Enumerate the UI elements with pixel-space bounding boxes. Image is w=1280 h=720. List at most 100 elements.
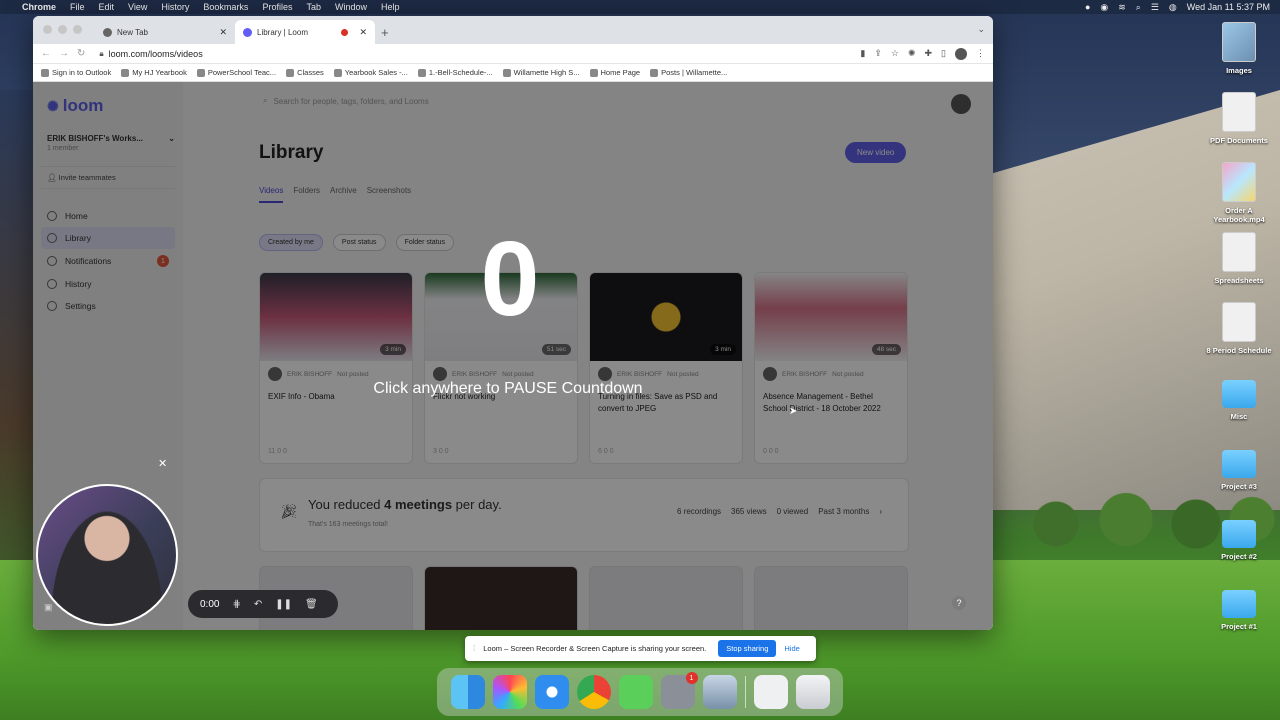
lock-icon: 🔒︎ xyxy=(99,48,104,58)
camera-bubble[interactable] xyxy=(36,484,178,626)
countdown-number[interactable]: 0 xyxy=(0,226,1020,332)
back-arrow-icon[interactable]: ← xyxy=(41,48,51,59)
camera-icon[interactable]: ▮ xyxy=(860,48,865,59)
bookmark-item[interactable]: Sign in to Outlook xyxy=(41,68,111,77)
pause-icon[interactable]: ❚❚ xyxy=(275,599,292,610)
microsoft-icon xyxy=(41,68,49,77)
recording-indicator-icon xyxy=(341,28,349,36)
bookmark-label: Home Page xyxy=(600,68,641,77)
tab-search-icon[interactable]: ⌄ xyxy=(977,24,985,35)
help-icon[interactable]: ? xyxy=(952,596,966,610)
zoom-window-button[interactable] xyxy=(73,25,82,34)
chrome-favicon-icon xyxy=(103,27,112,37)
desktop-icon-images[interactable]: Images xyxy=(1204,22,1274,75)
bookmark-item[interactable]: Posts | Willamette... xyxy=(650,68,727,77)
desktop-icon-label: PDF Documents xyxy=(1210,136,1268,145)
bookmark-item[interactable]: 1.-Bell-Schedule-... xyxy=(417,68,493,77)
tab-library-loom[interactable]: Library | Loom ✕ xyxy=(235,20,375,44)
mouse-cursor-icon: ➤ xyxy=(789,406,798,417)
profile-avatar[interactable] xyxy=(955,47,967,60)
bookmark-item[interactable]: PowerSchool Teac... xyxy=(196,68,276,77)
messages-icon[interactable] xyxy=(618,675,653,709)
reload-icon[interactable]: ↻ xyxy=(77,48,85,59)
desktop-icon-8-period-schedule[interactable]: 8 Period Schedule xyxy=(1204,302,1274,355)
close-tab-icon[interactable]: ✕ xyxy=(359,27,367,38)
trash-icon[interactable] xyxy=(795,675,830,709)
forward-arrow-icon[interactable]: → xyxy=(59,48,69,59)
close-tab-icon[interactable]: ✕ xyxy=(219,27,227,38)
search-icon[interactable]: ⌕ xyxy=(1136,2,1141,13)
drag-handle-icon[interactable]: ⁞ xyxy=(473,644,475,653)
share-icon[interactable]: ⇪ xyxy=(874,48,882,59)
stop-sharing-button[interactable]: Stop sharing xyxy=(718,640,777,657)
loom-favicon-icon xyxy=(243,27,252,37)
bookmark-label: Classes xyxy=(297,68,324,77)
desktop-icon-project-2[interactable]: Project #2 xyxy=(1204,520,1274,561)
menu-tab[interactable]: Tab xyxy=(306,2,321,12)
desktop-icon-label: Misc xyxy=(1230,412,1248,421)
document-icon xyxy=(1222,302,1256,342)
address-bar[interactable]: 🔒︎ loom.com/looms/videos xyxy=(93,46,852,62)
record-status-icon[interactable]: ◉ xyxy=(1100,2,1108,13)
menu-bookmarks[interactable]: Bookmarks xyxy=(203,2,248,12)
hide-button[interactable]: Hide xyxy=(784,644,799,653)
safari-icon[interactable] xyxy=(534,675,569,709)
bookmark-item[interactable]: Classes xyxy=(286,68,324,77)
menu-window[interactable]: Window xyxy=(335,2,367,12)
chrome-icon[interactable] xyxy=(576,675,611,709)
menu-file[interactable]: File xyxy=(70,2,85,12)
side-panel-icon[interactable]: ▯ xyxy=(941,48,946,59)
document-icon xyxy=(1222,92,1256,132)
bookmark-item[interactable]: Willamette High S... xyxy=(502,68,580,77)
desktop-icon-project-3[interactable]: Project #3 xyxy=(1204,450,1274,491)
preview-icon[interactable] xyxy=(702,675,737,709)
bookmark-star-icon[interactable]: ☆ xyxy=(891,48,899,59)
menu-history[interactable]: History xyxy=(161,2,189,12)
menubar-datetime[interactable]: Wed Jan 11 5:37 PM xyxy=(1187,2,1270,12)
camera-toggle-icon[interactable]: ▣ xyxy=(44,602,53,613)
close-window-button[interactable] xyxy=(43,25,52,34)
siri-icon[interactable]: ◍ xyxy=(1169,2,1177,13)
tab-strip: New Tab ✕ Library | Loom ✕ + ⌄ xyxy=(33,16,993,44)
launchpad-icon[interactable] xyxy=(492,675,527,709)
desktop-icon-pdf-documents[interactable]: PDF Documents xyxy=(1204,92,1274,145)
menu-profiles[interactable]: Profiles xyxy=(262,2,292,12)
bookmark-label: My HJ Yearbook xyxy=(132,68,187,77)
trash-icon[interactable]: 🗑︎ xyxy=(305,599,318,610)
bookmark-item[interactable]: Home Page xyxy=(589,68,641,77)
minimize-window-button[interactable] xyxy=(58,25,67,34)
finder-icon[interactable] xyxy=(450,675,485,709)
draw-grid-icon[interactable]: ⋕ xyxy=(232,599,240,610)
browser-toolbar: ← → ↻ 🔒︎ loom.com/looms/videos ▮ ⇪ ☆ ✺ ✚… xyxy=(33,44,993,64)
kebab-menu-icon[interactable]: ⋮ xyxy=(976,48,985,59)
document-icon[interactable] xyxy=(753,675,788,709)
menubar-app-name[interactable]: Chrome xyxy=(22,2,56,12)
extensions-puzzle-icon[interactable]: ✚ xyxy=(925,48,933,59)
recorder-controls: 0:00 ⋕ ↶ ❚❚ 🗑︎ xyxy=(188,590,338,618)
desktop-icon-order-yearbook[interactable]: Order A Yearbook.mp4 xyxy=(1204,162,1274,224)
tab-new-tab[interactable]: New Tab ✕ xyxy=(95,20,235,44)
desktop-icon-label: Order A Yearbook.mp4 xyxy=(1213,206,1265,224)
pause-countdown-hint[interactable]: Click anywhere to PAUSE Countdown xyxy=(0,380,1016,398)
menu-edit[interactable]: Edit xyxy=(99,2,115,12)
docs-icon xyxy=(502,68,511,77)
menu-view[interactable]: View xyxy=(128,2,147,12)
control-center-icon[interactable]: ☰ xyxy=(1151,2,1159,13)
wifi-icon[interactable]: ≋ xyxy=(1118,2,1126,13)
new-tab-button[interactable]: + xyxy=(381,25,389,40)
undo-icon[interactable]: ↶ xyxy=(254,599,262,610)
sharing-message: Loom – Screen Recorder & Screen Capture … xyxy=(483,644,707,653)
system-settings-icon[interactable]: 1 xyxy=(660,672,698,709)
url-text: loom.com/looms/videos xyxy=(108,48,203,59)
bookmark-item[interactable]: My HJ Yearbook xyxy=(121,68,187,77)
screen-sharing-bar: ⁞ Loom – Screen Recorder & Screen Captur… xyxy=(465,636,816,661)
bookmark-item[interactable]: Yearbook Sales -... xyxy=(333,68,408,77)
drive-icon xyxy=(417,68,426,77)
desktop-icon-project-1[interactable]: Project #1 xyxy=(1204,590,1274,631)
desktop-icon-spreadsheets[interactable]: Spreadsheets xyxy=(1204,232,1274,285)
microphone-icon[interactable]: ● xyxy=(1085,2,1090,12)
loom-extension-icon[interactable]: ✺ xyxy=(908,48,916,59)
desktop-icon-misc[interactable]: Misc xyxy=(1204,380,1274,421)
close-camera-icon[interactable]: ✕ xyxy=(158,457,167,470)
menu-help[interactable]: Help xyxy=(381,2,400,12)
